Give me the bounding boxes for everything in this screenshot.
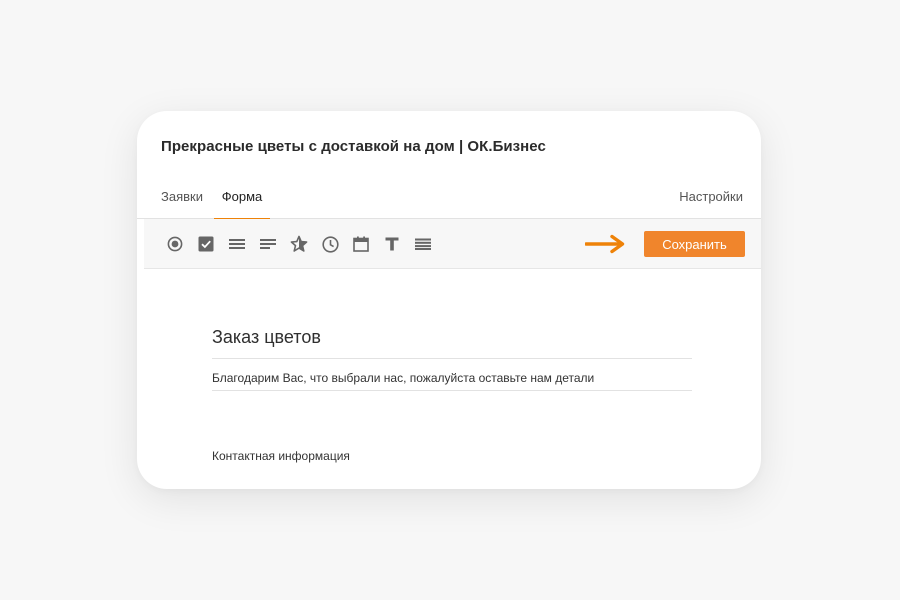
rating-star-icon[interactable] — [290, 235, 308, 253]
text-title-icon[interactable] — [383, 235, 401, 253]
checkbox-icon[interactable] — [197, 235, 215, 253]
tab-form-label: Форма — [221, 189, 263, 204]
arrow-right-icon — [584, 234, 627, 254]
tab-requests[interactable]: Заявки — [161, 189, 203, 219]
radio-button-icon[interactable] — [166, 235, 184, 253]
time-clock-icon[interactable] — [321, 235, 339, 253]
divider — [212, 358, 692, 359]
form-description[interactable]: Благодарим Вас, что выбрали нас, пожалуй… — [212, 371, 594, 385]
save-button[interactable]: Сохранить — [644, 231, 745, 257]
section-title[interactable]: Контактная информация — [212, 449, 350, 463]
form-title[interactable]: Заказ цветов — [212, 327, 321, 348]
tab-form[interactable]: Форма — [214, 189, 270, 220]
page-title: Прекрасные цветы с доставкой на дом | ОК… — [161, 138, 546, 155]
divider — [212, 390, 692, 391]
section-divider-icon[interactable] — [414, 235, 432, 253]
form-editor-card: Прекрасные цветы с доставкой на дом | ОК… — [137, 111, 761, 489]
field-toolbar: Сохранить — [144, 219, 761, 269]
calendar-date-icon[interactable] — [352, 235, 370, 253]
tab-bar: Заявки Форма Настройки — [137, 179, 761, 220]
paragraph-text-icon[interactable] — [259, 235, 277, 253]
tab-settings[interactable]: Настройки — [679, 189, 743, 219]
dropdown-list-icon[interactable] — [228, 235, 246, 253]
